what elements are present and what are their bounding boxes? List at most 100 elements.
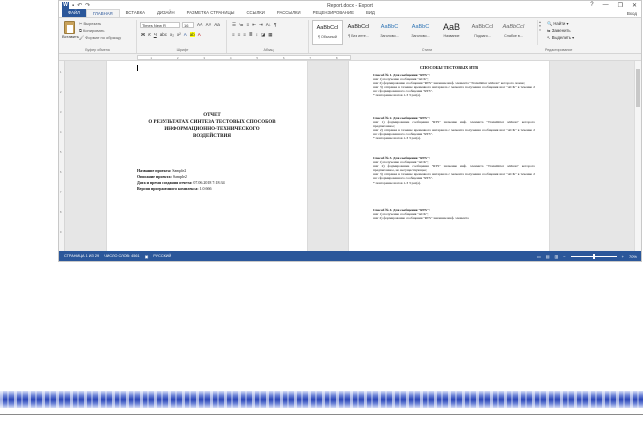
web-layout-icon[interactable]: ▥ (555, 254, 559, 259)
font-size-select[interactable]: 16 (182, 22, 194, 28)
meta-version: Версия программного комплекса: 1.0.666 (137, 186, 212, 191)
vertical-scrollbar[interactable] (634, 61, 641, 253)
tab-review[interactable]: РЕЦЕНЗИРОВАНИЕ (307, 9, 360, 17)
horizontal-ruler[interactable]: 12345678 (59, 54, 641, 61)
highlight-button[interactable]: ab (189, 32, 195, 37)
line-spacing-button[interactable]: ↕ (256, 32, 258, 38)
decrease-indent-button[interactable]: ⇤ (252, 22, 256, 28)
style-normal[interactable]: AaBbCcI ¶ Обычный (312, 20, 343, 45)
signin-link[interactable]: Вход (627, 11, 637, 16)
zoom-out-button[interactable]: − (563, 254, 565, 259)
method-line: * повторение шагов 1-3 3 раз(а). (373, 136, 422, 141)
method-line: шаг 2) формирование сообщения "RTS" знач… (373, 216, 469, 221)
report-subtitle-1: О РЕЗУЛЬТАТАХ СИНТЕЗА ТЕСТОВЫХ СПОСОБОВ (148, 120, 276, 125)
change-case-button[interactable]: Aa (214, 22, 220, 27)
italic-button[interactable]: К (148, 32, 151, 37)
paste-button[interactable]: Вставить (62, 21, 79, 39)
page-count[interactable]: СТРАНИЦА 1 ИЗ 29 (64, 254, 99, 258)
grow-font-button[interactable]: A˄ (197, 22, 203, 27)
replace-label: Заменить (551, 28, 571, 33)
minimize-button[interactable]: — (603, 2, 609, 9)
style-heading1[interactable]: AaBbC Заголово... (374, 20, 405, 45)
help-button[interactable]: ? (590, 2, 593, 9)
editing-label: Редактирование (545, 48, 573, 52)
increase-indent-button[interactable]: ⇥ (259, 22, 263, 28)
page-2[interactable]: СПОСОБЫ ТЕСТОВЫХ ИТВ Способ № 1. Для соо… (349, 61, 549, 253)
sort-button[interactable]: A↓ (266, 22, 271, 28)
styles-gallery: AaBbCcI ¶ Обычный AaBbCcI ¶ Без инте... … (312, 20, 536, 45)
print-layout-icon[interactable]: ▤ (546, 254, 550, 259)
zoom-slider-knob[interactable] (592, 253, 595, 259)
bold-button[interactable]: Ж (141, 32, 145, 37)
meta-value: 07.06.2018 7:18:34 (192, 180, 225, 185)
superscript-button[interactable]: x² (177, 32, 181, 37)
style-name: Слабое в... (504, 34, 523, 38)
font-name-select[interactable]: Times New R (140, 22, 180, 28)
style-name: Название (443, 34, 460, 38)
read-mode-icon[interactable]: ▭ (537, 254, 541, 259)
close-button[interactable]: ✕ (632, 2, 637, 9)
tab-home[interactable]: ГЛАВНАЯ (85, 9, 120, 17)
proofing-icon[interactable]: ▣ (145, 254, 149, 259)
numbering-button[interactable]: ≔ (239, 22, 244, 28)
style-subtle-emphasis[interactable]: AaBbCcI Слабое в... (498, 20, 529, 45)
format-painter-button[interactable]: 🖌 Формат по образцу (79, 35, 121, 40)
method-line: * повторение шагов 1-3 3 раз(а). (373, 180, 422, 185)
meta-project-name: Название проекта: Sample2 (137, 168, 186, 173)
bullets-button[interactable]: ☰ (232, 22, 236, 28)
zoom-in-button[interactable]: + (622, 254, 624, 259)
text-cursor (137, 65, 138, 71)
style-no-spacing[interactable]: AaBbCcI ¶ Без инте... (343, 20, 374, 45)
font-color-button[interactable]: A (198, 32, 201, 37)
font-label: Шрифт (176, 48, 189, 52)
borders-button[interactable]: ▦ (268, 32, 272, 38)
shrink-font-button[interactable]: A˅ (206, 22, 212, 27)
tab-references[interactable]: ССЫЛКИ (240, 9, 270, 17)
meta-label: Описание проекта: (137, 174, 172, 179)
tab-view[interactable]: ВИД (360, 9, 381, 17)
cut-label: Вырезать (83, 21, 102, 26)
word-count[interactable]: ЧИСЛО СЛОВ: 4561 (104, 254, 140, 258)
strikethrough-button[interactable]: abc (160, 32, 167, 37)
vertical-ruler[interactable]: 123456789 (59, 61, 65, 253)
style-heading2[interactable]: AaBbC Заголово... (405, 20, 436, 45)
style-subtitle[interactable]: AaBbCcI Подзаго... (467, 20, 498, 45)
zoom-slider[interactable] (570, 253, 617, 259)
replace-button[interactable]: ⇆ Заменить (547, 28, 571, 33)
tab-design[interactable]: ДИЗАЙН (151, 9, 181, 17)
divider-line (0, 414, 643, 415)
zoom-level[interactable]: 70% (629, 254, 637, 259)
justify-button[interactable]: ≣ (249, 32, 253, 38)
underline-button[interactable]: Ч (154, 32, 157, 37)
tab-layout[interactable]: РАЗМЕТКА СТРАНИЦЫ (181, 9, 241, 17)
language[interactable]: РУССКИЙ (153, 254, 171, 258)
copy-button[interactable]: ⧉ Копировать (79, 28, 105, 33)
page-1[interactable]: ОТЧЕТ О РЕЗУЛЬТАТАХ СИНТЕЗА ТЕСТОВЫХ СПО… (107, 61, 307, 253)
styles-scroll[interactable]: ▲ ▼ ▾ (537, 20, 542, 45)
tab-file[interactable]: ФАЙЛ (62, 9, 86, 17)
ribbon: Вставить ✂ Вырезать ⧉ Копировать 🖌 Форма… (59, 18, 641, 54)
show-marks-button[interactable]: ¶ (274, 22, 276, 28)
meta-label: Версия программного комплекса: (137, 186, 199, 191)
align-center-button[interactable]: ≡ (238, 32, 241, 38)
clipboard-group: Вставить ✂ Вырезать ⧉ Копировать 🖌 Форма… (59, 20, 137, 53)
cut-button[interactable]: ✂ Вырезать (79, 21, 101, 26)
style-title[interactable]: AaB Название (436, 20, 467, 45)
align-left-button[interactable]: ≡ (232, 32, 235, 38)
restore-button[interactable]: ❐ (618, 2, 623, 9)
scrollbar-thumb[interactable] (636, 69, 640, 107)
window-controls: ? — ❐ ✕ (590, 2, 637, 9)
document-area[interactable]: 123456789 ОТЧЕТ О РЕЗУЛЬТАТАХ СИНТЕЗА ТЕ… (59, 61, 641, 253)
find-button[interactable]: 🔍 Найти ▾ (547, 21, 569, 27)
text-effects-button[interactable]: A (184, 32, 187, 37)
multilevel-button[interactable]: ≡ (247, 22, 250, 28)
style-sample: AaBbCcI (471, 24, 494, 30)
tab-mailings[interactable]: РАССЫЛКИ (271, 9, 307, 17)
select-button[interactable]: ↖ Выделить ▾ (547, 35, 574, 40)
align-right-button[interactable]: ≡ (243, 32, 246, 38)
font-group: Times New R 16 A˄ A˅ Aa Ж К Ч abc x₂ x² … (139, 20, 227, 53)
method-line: шаг 3) отправка в течение временного инт… (373, 85, 535, 94)
subscript-button[interactable]: x₂ (170, 32, 174, 37)
shading-button[interactable]: ◪ (261, 32, 265, 38)
tab-insert[interactable]: ВСТАВКА (120, 9, 151, 17)
